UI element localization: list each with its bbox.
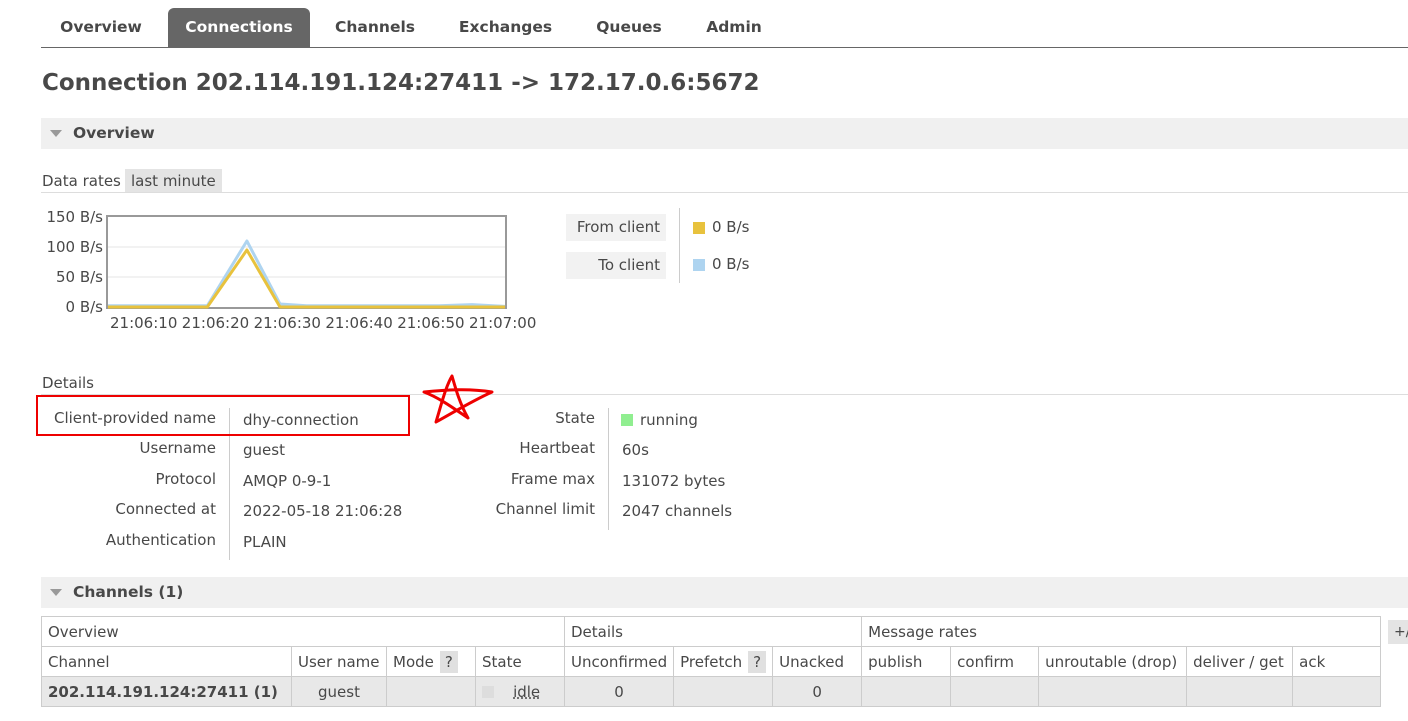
protocol-value: AMQP 0-9-1 <box>243 472 332 490</box>
authentication-key: Authentication <box>105 531 216 549</box>
details-divider <box>608 408 609 530</box>
state-text: idle <box>513 682 541 701</box>
col-channel[interactable]: Channel <box>41 646 292 677</box>
y-tick-label: 150 B/s <box>46 208 103 226</box>
data-rates-label: Data rates <box>42 172 121 190</box>
group-header-overview: Overview <box>41 616 565 647</box>
cell-mode <box>386 676 476 707</box>
overview-section-label: Overview <box>73 124 155 142</box>
cell-prefetch <box>673 676 774 707</box>
authentication-value: PLAIN <box>243 533 287 551</box>
divider <box>41 192 1408 193</box>
data-rates-chart: 150 B/s 100 B/s 50 B/s 0 B/s 21:06:10 21:06:… <box>46 208 536 332</box>
col-publish: publish <box>861 646 952 677</box>
cell-deliver-get <box>1186 676 1294 707</box>
rates-range-selector[interactable]: last minute <box>125 169 222 193</box>
col-unacked[interactable]: Unacked <box>772 646 863 677</box>
col-deliver-get: deliver / get <box>1186 646 1294 677</box>
from-client-rate: 0 B/s <box>712 218 750 236</box>
group-header-details: Details <box>563 616 863 647</box>
cell-unroutable <box>1038 676 1188 707</box>
cell-unacked: 0 <box>772 676 863 707</box>
prefetch-help-icon[interactable]: ? <box>748 650 767 673</box>
cell-user: guest <box>291 676 387 707</box>
col-mode[interactable]: Mode? <box>386 646 476 677</box>
frame-max-key: Frame max <box>510 470 595 488</box>
tab-queues[interactable]: Queues <box>579 8 679 47</box>
x-tick-label: 21:07:00 <box>469 314 536 332</box>
col-unroutable: unroutable (drop) <box>1038 646 1188 677</box>
tab-channels[interactable]: Channels <box>317 8 433 47</box>
username-key: Username <box>139 439 216 457</box>
state-text: running <box>640 411 698 429</box>
cell-confirm <box>950 676 1040 707</box>
tab-exchanges[interactable]: Exchanges <box>443 8 568 47</box>
to-client-rate: 0 B/s <box>712 255 750 273</box>
top-nav: Overview Connections Channels Exchanges … <box>41 8 1408 48</box>
tab-connections[interactable]: Connections <box>168 8 310 47</box>
y-tick-label: 100 B/s <box>46 238 103 256</box>
col-mode-label: Mode <box>393 652 434 671</box>
x-tick-label: 21:06:40 <box>325 314 392 332</box>
username-value: guest <box>243 441 285 459</box>
state-indicator-icon <box>482 685 494 698</box>
x-tick-label: 21:06:30 <box>254 314 321 332</box>
y-tick-label: 50 B/s <box>56 268 103 286</box>
table-row: 202.114.191.124:27411 (1) guest idle 0 0 <box>41 676 1382 707</box>
legend-divider <box>679 208 680 283</box>
group-header-message-rates: Message rates <box>861 616 1382 647</box>
channels-table: Overview Details Message rates Channel U… <box>41 616 1382 707</box>
y-tick-label: 0 B/s <box>66 298 104 316</box>
mode-help-icon[interactable]: ? <box>439 650 458 673</box>
col-prefetch-label: Prefetch <box>680 652 743 671</box>
cell-unconfirmed: 0 <box>563 676 675 707</box>
cell-ack <box>1292 676 1382 707</box>
channels-section-label: Channels (1) <box>73 583 184 601</box>
frame-max-value: 131072 bytes <box>622 472 726 490</box>
annotation-highlight-box <box>36 395 410 436</box>
connected-at-key: Connected at <box>115 500 216 518</box>
channels-section-toggle[interactable]: Channels (1) <box>41 577 1408 608</box>
to-client-swatch <box>693 259 705 271</box>
overview-section-toggle[interactable]: Overview <box>41 118 1408 149</box>
channel-limit-key: Channel limit <box>495 500 595 518</box>
col-ack: ack <box>1292 646 1382 677</box>
x-tick-label: 21:06:50 <box>397 314 464 332</box>
page-title: Connection 202.114.191.124:27411 -> 172.… <box>42 70 760 96</box>
tab-admin[interactable]: Admin <box>691 8 777 47</box>
column-toggle-button[interactable]: +/- <box>1388 620 1408 644</box>
channel-limit-value: 2047 channels <box>622 502 733 520</box>
running-status-icon <box>621 414 633 426</box>
legend-from-client[interactable]: From client <box>566 214 666 241</box>
col-confirm: confirm <box>950 646 1040 677</box>
chart-plot-area <box>106 215 507 309</box>
collapse-triangle-icon <box>50 589 62 596</box>
tab-overview[interactable]: Overview <box>41 8 161 47</box>
collapse-triangle-icon <box>50 130 62 137</box>
heartbeat-value: 60s <box>622 441 649 459</box>
col-user-name[interactable]: User name <box>291 646 387 677</box>
connected-at-value: 2022-05-18 21:06:28 <box>243 502 403 520</box>
cell-state: idle <box>475 676 565 707</box>
col-prefetch[interactable]: Prefetch? <box>673 646 774 677</box>
heartbeat-key: Heartbeat <box>519 439 595 457</box>
col-unconfirmed[interactable]: Unconfirmed <box>563 646 675 677</box>
legend-to-client[interactable]: To client <box>566 252 666 279</box>
x-tick-label: 21:06:10 <box>110 314 177 332</box>
channel-link[interactable]: 202.114.191.124:27411 (1) <box>41 676 292 707</box>
state-value: running <box>621 410 698 430</box>
x-tick-label: 21:06:20 <box>182 314 249 332</box>
cell-publish <box>861 676 952 707</box>
from-client-swatch <box>693 222 705 234</box>
protocol-key: Protocol <box>155 470 216 488</box>
details-label: Details <box>42 374 95 392</box>
col-state[interactable]: State <box>475 646 565 677</box>
annotation-star-icon <box>422 374 494 424</box>
